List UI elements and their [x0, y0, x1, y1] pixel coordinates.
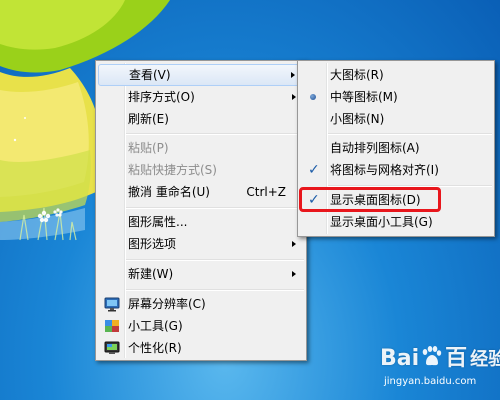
- paw-icon: [422, 346, 442, 366]
- submenu-arrow-icon: [292, 271, 296, 277]
- menu-item-label: 小工具(G): [128, 319, 183, 333]
- menu-item-label: 自动排列图标(A): [330, 141, 420, 155]
- menu-separator: [328, 133, 492, 135]
- menu-item-screen-resolution[interactable]: 屏幕分辨率(C): [98, 293, 304, 315]
- submenu-item-small-icons[interactable]: 小图标(N): [300, 108, 492, 130]
- menu-item-personalize[interactable]: 个性化(R): [98, 337, 304, 359]
- gadgets-icon: [105, 320, 119, 332]
- checkmark-icon: ✓: [308, 162, 320, 178]
- menu-item-label: 将图标与网格对齐(I): [330, 163, 439, 177]
- menu-separator: [126, 207, 304, 209]
- menu-item-label: 查看(V): [129, 68, 171, 82]
- menu-item-label: 屏幕分辨率(C): [128, 297, 206, 311]
- menu-item-label: 刷新(E): [128, 112, 169, 126]
- menu-item-label: 小图标(N): [330, 112, 385, 126]
- menu-item-label: 粘贴(P): [128, 141, 169, 155]
- menu-item-paste-shortcut[interactable]: 粘贴快捷方式(S): [98, 159, 304, 181]
- desktop[interactable]: 查看(V) 排序方式(O) 刷新(E) 粘贴(P) 粘贴快捷方式(S) 撤消 重…: [0, 0, 500, 400]
- menu-item-shortcut: Ctrl+Z: [246, 185, 286, 199]
- menu-separator: [126, 259, 304, 261]
- menu-item-view[interactable]: 查看(V): [98, 64, 304, 86]
- menu-item-label: 中等图标(M): [330, 90, 398, 104]
- menu-item-label: 排序方式(O): [128, 90, 195, 104]
- menu-item-label: 大图标(R): [330, 68, 384, 82]
- menu-item-sort-by[interactable]: 排序方式(O): [98, 86, 304, 108]
- annotation-highlight-box: [299, 187, 441, 212]
- watermark-logo-left: Bai: [380, 346, 420, 371]
- menu-item-graphics-properties[interactable]: 图形属性...: [98, 211, 304, 233]
- personalize-icon: [104, 341, 120, 354]
- submenu-item-show-desktop-gadgets[interactable]: 显示桌面小工具(G): [300, 211, 492, 233]
- submenu-arrow-icon: [292, 241, 296, 247]
- desktop-context-menu: 查看(V) 排序方式(O) 刷新(E) 粘贴(P) 粘贴快捷方式(S) 撤消 重…: [95, 60, 307, 361]
- submenu-arrow-icon: [292, 94, 296, 100]
- submenu-item-large-icons[interactable]: 大图标(R): [300, 64, 492, 86]
- menu-separator: [126, 133, 304, 135]
- menu-item-label: 图形属性...: [128, 215, 188, 229]
- menu-item-undo-rename[interactable]: 撤消 重命名(U) Ctrl+Z: [98, 181, 304, 203]
- menu-item-paste[interactable]: 粘贴(P): [98, 137, 304, 159]
- watermark-logo-right: 百: [445, 346, 468, 371]
- menu-item-new[interactable]: 新建(W): [98, 263, 304, 285]
- radio-bullet-icon: [310, 94, 316, 100]
- menu-item-label: 图形选项: [128, 237, 177, 251]
- menu-item-label: 显示桌面小工具(G): [330, 215, 433, 229]
- menu-item-label: 新建(W): [128, 267, 174, 281]
- baidu-jingyan-watermark: Bai 百经验 jingyan.baidu.com: [380, 340, 500, 398]
- menu-separator: [126, 289, 304, 291]
- submenu-item-auto-arrange[interactable]: 自动排列图标(A): [300, 137, 492, 159]
- menu-item-label: 个性化(R): [128, 341, 182, 355]
- submenu-arrow-icon: [291, 72, 295, 78]
- menu-item-gadgets[interactable]: 小工具(G): [98, 315, 304, 337]
- submenu-item-align-to-grid[interactable]: ✓ 将图标与网格对齐(I): [300, 159, 492, 181]
- watermark-logo-suffix: 经验: [470, 349, 500, 370]
- menu-item-label: 撤消 重命名(U): [128, 185, 210, 199]
- menu-item-label: 粘贴快捷方式(S): [128, 163, 217, 177]
- menu-item-refresh[interactable]: 刷新(E): [98, 108, 304, 130]
- monitor-icon: [104, 297, 120, 312]
- menu-item-graphics-options[interactable]: 图形选项: [98, 233, 304, 255]
- submenu-item-medium-icons[interactable]: 中等图标(M): [300, 86, 492, 108]
- watermark-url: jingyan.baidu.com: [384, 376, 477, 387]
